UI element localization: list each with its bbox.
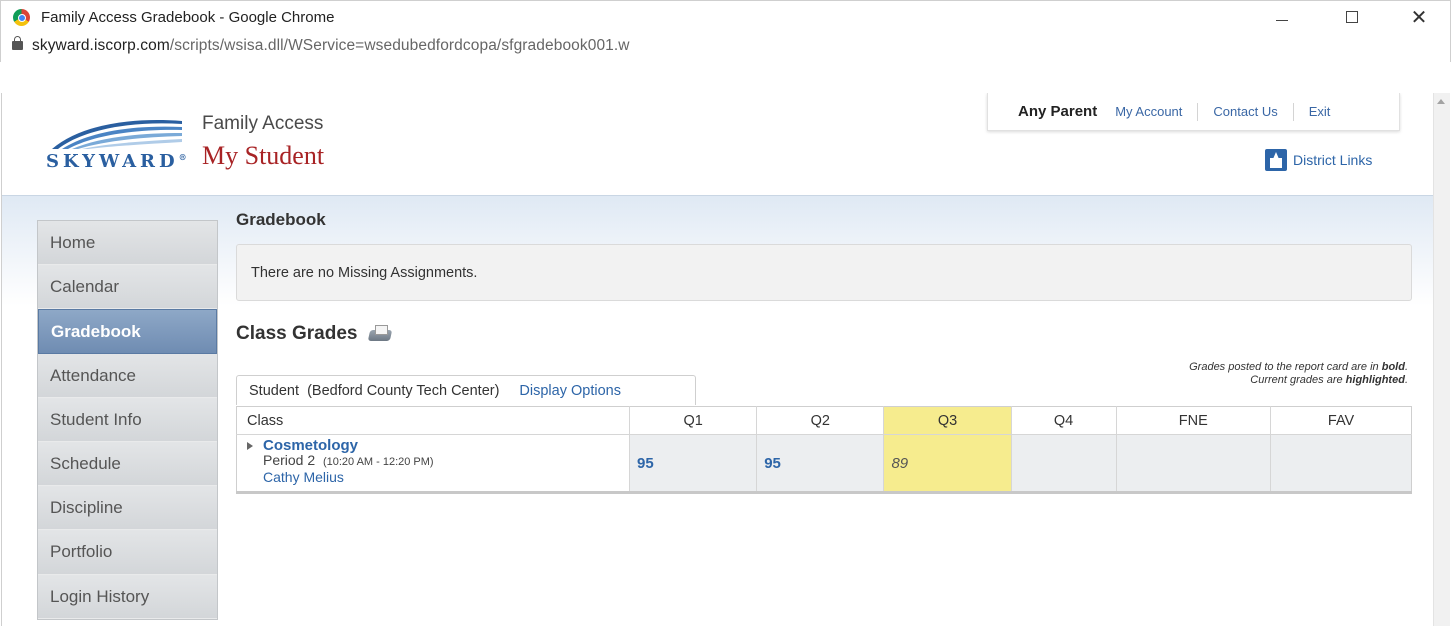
maximize-button[interactable] bbox=[1329, 3, 1375, 31]
class-name-link[interactable]: Cosmetology bbox=[263, 438, 358, 453]
column-header-fne[interactable]: FNE bbox=[1115, 406, 1271, 435]
grade-cell-fav bbox=[1270, 434, 1412, 493]
close-button[interactable]: ✕ bbox=[1396, 3, 1442, 31]
grades-legend: Grades posted to the report card are in … bbox=[1189, 361, 1408, 386]
url-path: /scripts/wsisa.dll/WService=wsedubedford… bbox=[169, 37, 630, 54]
table-header-row: Class Q1 Q2 Q3 Q4 FNE FAV bbox=[236, 406, 1412, 435]
column-header-class[interactable]: Class bbox=[236, 406, 630, 435]
minimize-button[interactable] bbox=[1259, 3, 1305, 31]
sidebar-nav: Home Calendar Gradebook Attendance Stude… bbox=[37, 220, 218, 620]
maximize-icon bbox=[1346, 11, 1358, 23]
sidebar-item-attendance[interactable]: Attendance bbox=[38, 353, 217, 398]
contact-us-link[interactable]: Contact Us bbox=[1197, 102, 1292, 121]
class-info-cell: Cosmetology Period 2 (10:20 AM - 12:20 P… bbox=[236, 434, 630, 493]
page-title: Gradebook bbox=[236, 210, 326, 229]
display-options-link[interactable]: Display Options bbox=[519, 383, 621, 399]
my-account-link[interactable]: My Account bbox=[1109, 103, 1197, 121]
student-tab[interactable]: Student (Bedford County Tech Center) Dis… bbox=[236, 375, 696, 405]
column-header-fav[interactable]: FAV bbox=[1270, 406, 1412, 435]
column-header-q1[interactable]: Q1 bbox=[628, 406, 757, 435]
page-viewport: SKYWARD® Family Access My Student Any Pa… bbox=[1, 93, 1450, 626]
class-grades-table: Class Q1 Q2 Q3 Q4 FNE FAV Cosmetology Pe… bbox=[236, 406, 1412, 494]
sidebar-item-gradebook[interactable]: Gradebook bbox=[38, 309, 217, 354]
skyward-logo[interactable]: SKYWARD® bbox=[46, 151, 187, 172]
app-title: Family Access bbox=[202, 113, 324, 134]
column-header-q4[interactable]: Q4 bbox=[1010, 406, 1116, 435]
column-header-q2[interactable]: Q2 bbox=[756, 406, 884, 435]
app-subtitle: My Student bbox=[202, 141, 325, 170]
user-name: Any Parent bbox=[1018, 103, 1098, 120]
student-school-label: Student (Bedford County Tech Center) bbox=[249, 382, 500, 399]
skyward-swoosh-icon bbox=[52, 120, 182, 149]
grade-cell-q4 bbox=[1010, 434, 1116, 493]
exit-link[interactable]: Exit bbox=[1292, 102, 1346, 121]
sidebar-item-discipline[interactable]: Discipline bbox=[38, 486, 217, 531]
column-header-q3[interactable]: Q3 bbox=[883, 406, 1012, 435]
class-period: Period 2 (10:20 AM - 12:20 PM) bbox=[263, 452, 434, 469]
grade-value[interactable]: 89 bbox=[884, 455, 908, 472]
class-grades-title: Class Grades bbox=[236, 323, 358, 344]
sidebar-item-login-history[interactable]: Login History bbox=[38, 574, 217, 619]
account-links-bar: Any Parent My Account Contact Us Exit bbox=[987, 93, 1400, 131]
sidebar-item-calendar[interactable]: Calendar bbox=[38, 265, 217, 310]
sidebar-item-portfolio[interactable]: Portfolio bbox=[38, 530, 217, 575]
district-links[interactable]: District Links bbox=[1265, 149, 1372, 171]
site-header: SKYWARD® Family Access My Student Any Pa… bbox=[2, 93, 1434, 195]
district-links-label[interactable]: District Links bbox=[1293, 152, 1372, 168]
sidebar-item-home[interactable]: Home bbox=[38, 221, 217, 266]
scroll-up-arrow-icon[interactable] bbox=[1437, 99, 1445, 104]
sidebar-item-schedule[interactable]: Schedule bbox=[38, 441, 217, 487]
grade-value[interactable]: 95 bbox=[757, 455, 781, 472]
grade-cell-q2[interactable]: 95 bbox=[756, 434, 884, 493]
missing-assignments-box: There are no Missing Assignments. bbox=[236, 244, 1412, 301]
table-row: Cosmetology Period 2 (10:20 AM - 12:20 P… bbox=[236, 434, 1412, 493]
grade-value[interactable]: 95 bbox=[630, 455, 654, 472]
minimize-icon bbox=[1276, 19, 1288, 21]
address-bar[interactable]: skyward.iscorp.com/scripts/wsisa.dll/WSe… bbox=[32, 37, 630, 55]
vertical-scrollbar[interactable] bbox=[1433, 93, 1450, 626]
close-icon: ✕ bbox=[1410, 6, 1428, 29]
window-title: Family Access Gradebook - Google Chrome bbox=[41, 9, 335, 26]
grade-cell-q1[interactable]: 95 bbox=[628, 434, 757, 493]
grade-cell-fne bbox=[1115, 434, 1271, 493]
expand-arrow-icon[interactable] bbox=[247, 441, 253, 450]
missing-assignments-message: There are no Missing Assignments. bbox=[251, 265, 478, 281]
sidebar-item-student-info[interactable]: Student Info bbox=[38, 397, 217, 442]
class-grades-heading: Class Grades bbox=[236, 323, 393, 345]
grade-cell-q3[interactable]: 89 bbox=[883, 434, 1012, 493]
school-building-icon bbox=[1265, 149, 1287, 171]
url-host: skyward.iscorp.com bbox=[32, 37, 170, 54]
lock-icon bbox=[12, 36, 23, 50]
printer-icon[interactable] bbox=[367, 324, 393, 344]
teacher-link[interactable]: Cathy Melius bbox=[247, 470, 629, 485]
chrome-logo-icon bbox=[13, 9, 30, 26]
